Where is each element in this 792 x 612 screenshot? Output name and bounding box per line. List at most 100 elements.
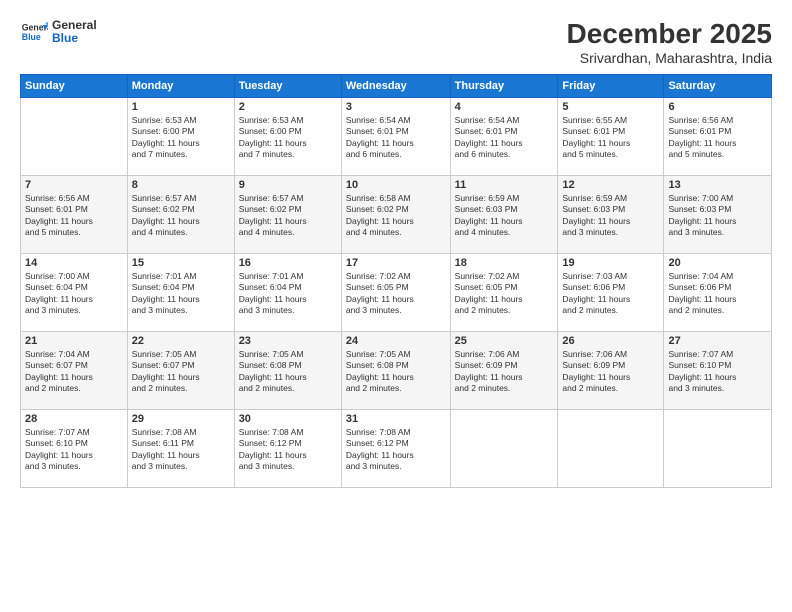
calendar-cell: 9 Sunrise: 6:57 AM Sunset: 6:02 PM Daylig…: [234, 176, 341, 254]
day-info: Sunrise: 6:53 AM Sunset: 6:00 PM Dayligh…: [239, 115, 337, 161]
header-row: SundayMondayTuesdayWednesdayThursdayFrid…: [21, 75, 772, 98]
day-info: Sunrise: 7:00 AM Sunset: 6:04 PM Dayligh…: [25, 271, 123, 317]
week-row-5: 28Sunrise: 7:07 AM Sunset: 6:10 PM Dayli…: [21, 410, 772, 488]
day-number: 20: [668, 257, 767, 269]
day-info: Sunrise: 7:02 AM Sunset: 6:05 PM Dayligh…: [346, 271, 446, 317]
week-row-2: 7 Sunrise: 6:56 AM Sunset: 6:01 PM Daylig…: [21, 176, 772, 254]
day-number: 5: [562, 101, 659, 113]
day-number: 31: [346, 413, 446, 425]
day-number: 2: [239, 101, 337, 113]
day-number: 23: [239, 335, 337, 347]
day-number: 7: [25, 179, 123, 191]
calendar-cell: 7 Sunrise: 6:56 AM Sunset: 6:01 PM Daylig…: [21, 176, 128, 254]
day-number: 6: [668, 101, 767, 113]
header-cell-friday: Friday: [558, 75, 664, 98]
calendar-cell: 11 Sunrise: 6:59 AM Sunset: 6:03 PM Dayli…: [450, 176, 558, 254]
day-info: Sunrise: 7:04 AM Sunset: 6:07 PM Dayligh…: [25, 349, 123, 395]
header: General Blue General Blue December 2025 …: [20, 18, 772, 66]
calendar-cell: [558, 410, 664, 488]
day-info: Sunrise: 7:00 AM Sunset: 6:03 PM Dayligh…: [668, 193, 767, 239]
calendar-cell: [664, 410, 772, 488]
calendar-cell: 10Sunrise: 6:58 AM Sunset: 6:02 PM Dayli…: [341, 176, 450, 254]
month-title: December 2025: [567, 18, 772, 50]
calendar-cell: 31 Sunrise: 7:08 AM Sunset: 6:12 PM Dayli…: [341, 410, 450, 488]
day-number: 18: [455, 257, 554, 269]
calendar-cell: 20 Sunrise: 7:04 AM Sunset: 6:06 PM Dayli…: [664, 254, 772, 332]
calendar-cell: 21 Sunrise: 7:04 AM Sunset: 6:07 PM Dayli…: [21, 332, 128, 410]
day-number: 25: [455, 335, 554, 347]
day-info: Sunrise: 6:54 AM Sunset: 6:01 PM Dayligh…: [455, 115, 554, 161]
day-info: Sunrise: 7:04 AM Sunset: 6:06 PM Dayligh…: [668, 271, 767, 317]
calendar-cell: 13 Sunrise: 7:00 AM Sunset: 6:03 PM Dayli…: [664, 176, 772, 254]
day-number: 13: [668, 179, 767, 191]
header-cell-saturday: Saturday: [664, 75, 772, 98]
day-info: Sunrise: 7:08 AM Sunset: 6:12 PM Dayligh…: [239, 427, 337, 473]
page: General Blue General Blue December 2025 …: [0, 0, 792, 612]
day-number: 9: [239, 179, 337, 191]
calendar-cell: 4 Sunrise: 6:54 AM Sunset: 6:01 PM Daylig…: [450, 98, 558, 176]
calendar-cell: 5 Sunrise: 6:55 AM Sunset: 6:01 PM Daylig…: [558, 98, 664, 176]
day-info: Sunrise: 7:02 AM Sunset: 6:05 PM Dayligh…: [455, 271, 554, 317]
calendar-cell: 6 Sunrise: 6:56 AM Sunset: 6:01 PM Daylig…: [664, 98, 772, 176]
day-info: Sunrise: 7:03 AM Sunset: 6:06 PM Dayligh…: [562, 271, 659, 317]
header-cell-wednesday: Wednesday: [341, 75, 450, 98]
calendar-cell: 24 Sunrise: 7:05 AM Sunset: 6:08 PM Dayli…: [341, 332, 450, 410]
day-number: 15: [132, 257, 230, 269]
calendar-cell: 2 Sunrise: 6:53 AM Sunset: 6:00 PM Daylig…: [234, 98, 341, 176]
day-number: 1: [132, 101, 230, 113]
header-cell-monday: Monday: [127, 75, 234, 98]
day-number: 29: [132, 413, 230, 425]
calendar-cell: [450, 410, 558, 488]
header-cell-thursday: Thursday: [450, 75, 558, 98]
day-info: Sunrise: 6:57 AM Sunset: 6:02 PM Dayligh…: [239, 193, 337, 239]
day-number: 11: [455, 179, 554, 191]
logo: General Blue General Blue: [20, 18, 97, 46]
calendar-cell: 1Sunrise: 6:53 AM Sunset: 6:00 PM Daylig…: [127, 98, 234, 176]
calendar-cell: 18 Sunrise: 7:02 AM Sunset: 6:05 PM Dayli…: [450, 254, 558, 332]
day-info: Sunrise: 7:01 AM Sunset: 6:04 PM Dayligh…: [132, 271, 230, 317]
day-info: Sunrise: 7:07 AM Sunset: 6:10 PM Dayligh…: [668, 349, 767, 395]
day-info: Sunrise: 7:08 AM Sunset: 6:12 PM Dayligh…: [346, 427, 446, 473]
calendar-body: 1 Sunrise: 6:53 AM Sunset: 6:00 PM Daylig…: [21, 98, 772, 488]
day-number: 26: [562, 335, 659, 347]
calendar-cell: 30 Sunrise: 7:08 AM Sunset: 6:12 PM Dayli…: [234, 410, 341, 488]
day-number: 21: [25, 335, 123, 347]
header-cell-tuesday: Tuesday: [234, 75, 341, 98]
calendar-cell: 15 Sunrise: 7:01 AM Sunset: 6:04 PM Dayli…: [127, 254, 234, 332]
calendar-cell: 22 Sunrise: 7:05 AM Sunset: 6:07 PM Dayli…: [127, 332, 234, 410]
day-info: Sunrise: 7:07 AM Sunset: 6:10 PM Dayligh…: [25, 427, 123, 473]
day-number: 30: [239, 413, 337, 425]
week-row-4: 21 Sunrise: 7:04 AM Sunset: 6:07 PM Dayli…: [21, 332, 772, 410]
day-info: Sunrise: 6:56 AM Sunset: 6:01 PM Dayligh…: [25, 193, 123, 239]
day-number: 22: [132, 335, 230, 347]
calendar-cell: 23Sunrise: 7:05 AM Sunset: 6:08 PM Dayli…: [234, 332, 341, 410]
day-info: Sunrise: 7:05 AM Sunset: 6:08 PM Dayligh…: [346, 349, 446, 395]
day-number: 8: [132, 179, 230, 191]
day-info: Sunrise: 6:59 AM Sunset: 6:03 PM Dayligh…: [455, 193, 554, 239]
week-row-3: 14Sunrise: 7:00 AM Sunset: 6:04 PM Dayli…: [21, 254, 772, 332]
week-row-1: 1 Sunrise: 6:53 AM Sunset: 6:00 PM Daylig…: [21, 98, 772, 176]
day-info: Sunrise: 6:55 AM Sunset: 6:01 PM Dayligh…: [562, 115, 659, 161]
calendar-header: SundayMondayTuesdayWednesdayThursdayFrid…: [21, 75, 772, 98]
day-info: Sunrise: 6:57 AM Sunset: 6:02 PM Dayligh…: [132, 193, 230, 239]
title-area: December 2025 Srivardhan, Maharashtra, I…: [567, 18, 772, 66]
day-info: Sunrise: 6:58 AM Sunset: 6:02 PM Dayligh…: [346, 193, 446, 239]
svg-text:Blue: Blue: [22, 32, 41, 42]
calendar-cell: 19 Sunrise: 7:03 AM Sunset: 6:06 PM Dayli…: [558, 254, 664, 332]
logo-line2: Blue: [52, 32, 97, 45]
calendar-cell: 3Sunrise: 6:54 AM Sunset: 6:01 PM Daylig…: [341, 98, 450, 176]
day-number: 17: [346, 257, 446, 269]
calendar-cell: 17 Sunrise: 7:02 AM Sunset: 6:05 PM Dayli…: [341, 254, 450, 332]
day-number: 24: [346, 335, 446, 347]
subtitle: Srivardhan, Maharashtra, India: [567, 50, 772, 66]
calendar-cell: 29Sunrise: 7:08 AM Sunset: 6:11 PM Dayli…: [127, 410, 234, 488]
day-number: 4: [455, 101, 554, 113]
day-number: 19: [562, 257, 659, 269]
day-number: 3: [346, 101, 446, 113]
day-info: Sunrise: 7:06 AM Sunset: 6:09 PM Dayligh…: [562, 349, 659, 395]
calendar-cell: 26 Sunrise: 7:06 AM Sunset: 6:09 PM Dayli…: [558, 332, 664, 410]
day-number: 16: [239, 257, 337, 269]
calendar-cell: 27Sunrise: 7:07 AM Sunset: 6:10 PM Dayli…: [664, 332, 772, 410]
day-info: Sunrise: 6:56 AM Sunset: 6:01 PM Dayligh…: [668, 115, 767, 161]
day-info: Sunrise: 7:05 AM Sunset: 6:07 PM Dayligh…: [132, 349, 230, 395]
